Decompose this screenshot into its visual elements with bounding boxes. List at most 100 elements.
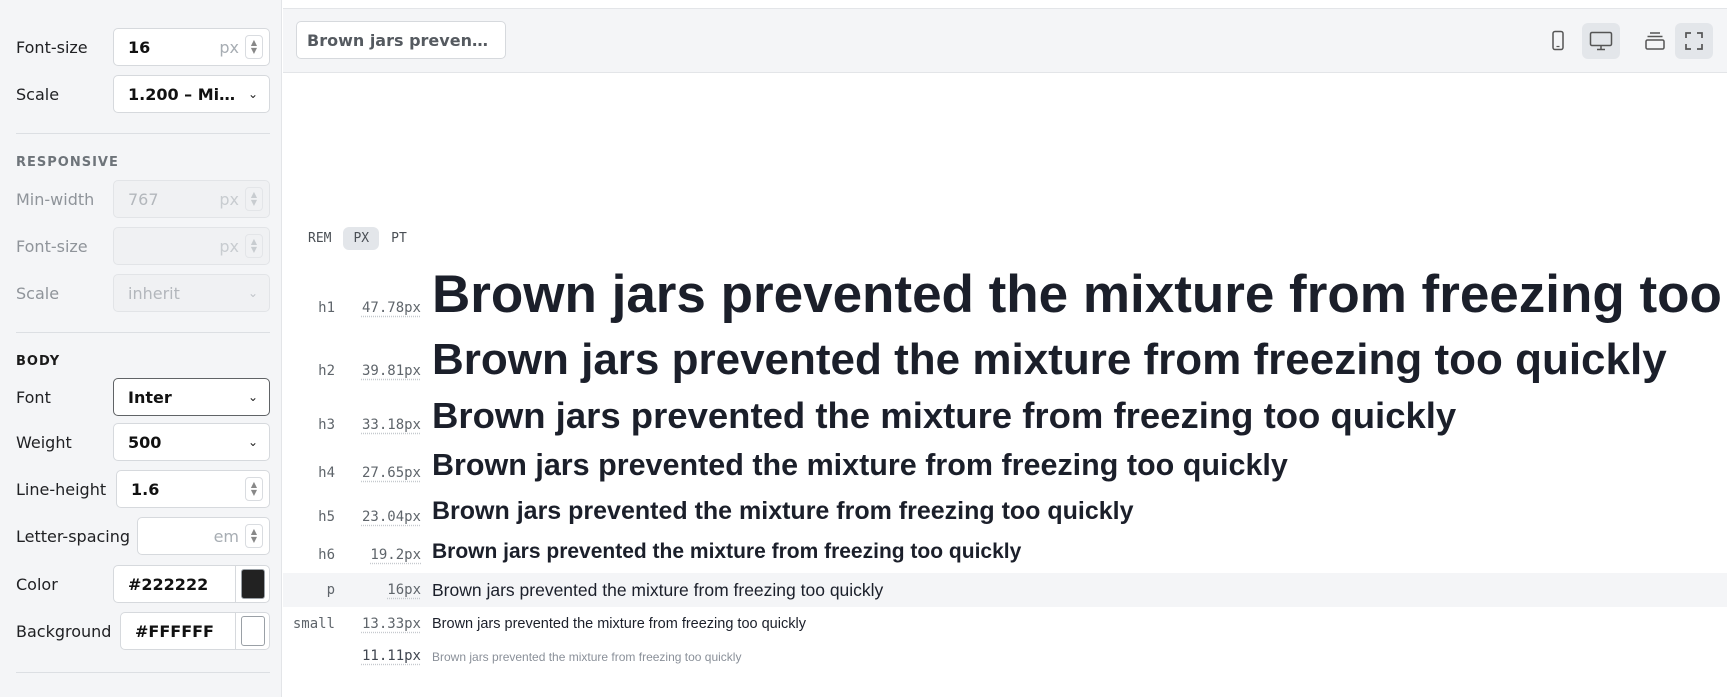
letterspacing-stepper-icon[interactable]: ▲ ▼	[245, 524, 263, 548]
responsive-scale-value[interactable]: inherit	[128, 284, 243, 303]
color-input[interactable]: #222222	[113, 565, 270, 603]
type-row-h2: h2 39.81px Brown jars prevented the mixt…	[283, 334, 1727, 386]
type-row-h4: h4 27.65px Brown jars prevented the mixt…	[283, 448, 1727, 488]
desktop-view-button[interactable]	[1582, 23, 1620, 59]
type-tag: h2	[318, 363, 335, 379]
type-row-xsmall: 11.11px Brown jars prevented the mixture…	[283, 646, 1727, 672]
background-label: Background	[16, 621, 112, 641]
sample-text-input[interactable]: Brown jars prevented the mixture from fr…	[296, 21, 506, 59]
sample-text-value[interactable]: Brown jars prevented the mixture from fr…	[307, 31, 495, 50]
fontsize-row: Font-size 16 px ▲ ▼	[16, 28, 270, 66]
responsive-fontsize-row: Font-size px ▲ ▼	[16, 227, 270, 265]
background-picker[interactable]	[235, 613, 269, 649]
chevron-down-icon: ⌄	[247, 435, 259, 449]
mobile-view-button[interactable]	[1539, 23, 1577, 59]
type-sample: Brown jars prevented the mixture from fr…	[432, 497, 1134, 525]
background-value[interactable]: #FFFFFF	[135, 622, 235, 641]
stack-view-button[interactable]	[1636, 23, 1674, 59]
responsive-scale-label: Scale	[16, 283, 60, 303]
lineheight-row: Line-height 1.6 ▲ ▼	[16, 470, 270, 508]
type-row-small: small 13.33px Brown jars prevented the m…	[283, 612, 1727, 640]
type-row-h6: h6 19.2px Brown jars prevented the mixtu…	[283, 539, 1727, 569]
scale-label: Scale	[16, 84, 60, 104]
divider	[16, 672, 270, 673]
letterspacing-row: Letter-spacing em ▲ ▼	[16, 517, 270, 555]
responsive-fontsize-unit: px	[219, 236, 239, 256]
type-size: 39.81px	[361, 363, 421, 379]
type-tag: p	[326, 582, 335, 598]
unit-pt-button[interactable]: PT	[381, 227, 417, 250]
weight-select[interactable]: 500 ⌄	[113, 423, 270, 461]
preview-area: Brown jars prevented the mixture from fr…	[283, 0, 1727, 697]
letterspacing-label: Letter-spacing	[16, 526, 131, 546]
type-tag: h3	[318, 417, 335, 433]
responsive-fontsize-input[interactable]: px ▲ ▼	[113, 227, 270, 265]
chevron-down-icon: ⌄	[247, 286, 259, 300]
fontsize-value[interactable]: 16	[128, 38, 219, 57]
minwidth-input[interactable]: 767 px ▲ ▼	[113, 180, 270, 218]
scale-select[interactable]: 1.200 – Minor T... ⌄	[113, 75, 270, 113]
responsive-fontsize-label: Font-size	[16, 236, 88, 256]
lineheight-value[interactable]: 1.6	[131, 480, 245, 499]
type-row-h5: h5 23.04px Brown jars prevented the mixt…	[283, 497, 1727, 531]
fontsize-input[interactable]: 16 px ▲ ▼	[113, 28, 270, 66]
lineheight-input[interactable]: 1.6 ▲ ▼	[116, 470, 270, 508]
fontsize-unit: px	[219, 37, 239, 57]
type-size: 19.2px	[370, 547, 421, 563]
color-label: Color	[16, 574, 58, 594]
weight-label: Weight	[16, 432, 72, 452]
lineheight-stepper-icon[interactable]: ▲ ▼	[245, 477, 263, 501]
font-label: Font	[16, 387, 51, 407]
type-size: 13.33px	[361, 616, 421, 632]
body-section-title: BODY	[16, 354, 61, 369]
unit-toggle: REM PX PT	[298, 227, 417, 250]
color-value[interactable]: #222222	[128, 575, 235, 594]
chevron-down-icon: ⌄	[247, 87, 259, 101]
type-row-h3: h3 33.18px Brown jars prevented the mixt…	[283, 395, 1727, 441]
type-size: 11.11px	[361, 648, 421, 664]
minwidth-row: Min-width 767 px ▲ ▼	[16, 180, 270, 218]
type-row-p: p 16px Brown jars prevented the mixture …	[283, 573, 1727, 607]
divider	[16, 332, 270, 333]
weight-row: Weight 500 ⌄	[16, 423, 270, 461]
type-sample: Brown jars prevented the mixture from fr…	[432, 265, 1727, 324]
fullscreen-button[interactable]	[1675, 23, 1713, 59]
background-input[interactable]: #FFFFFF	[120, 612, 270, 650]
type-sample: Brown jars prevented the mixture from fr…	[432, 335, 1667, 384]
type-tag: h6	[318, 547, 335, 563]
unit-rem-button[interactable]: REM	[298, 227, 341, 250]
unit-px-button[interactable]: PX	[343, 227, 380, 250]
responsive-scale-select[interactable]: inherit ⌄	[113, 274, 270, 312]
color-picker[interactable]	[235, 566, 269, 602]
fullscreen-icon	[1685, 32, 1703, 50]
letterspacing-input[interactable]: em ▲ ▼	[137, 517, 270, 555]
type-row-h1: h1 47.78px Brown jars prevented the mixt…	[283, 262, 1727, 326]
type-tag: small	[292, 616, 335, 632]
minwidth-unit: px	[219, 189, 239, 209]
mobile-icon	[1552, 30, 1564, 51]
font-value[interactable]: Inter	[128, 388, 243, 407]
font-select[interactable]: Inter ⌄	[113, 378, 270, 416]
weight-value[interactable]: 500	[128, 433, 243, 452]
font-row: Font Inter ⌄	[16, 378, 270, 416]
minwidth-stepper-icon[interactable]: ▲ ▼	[245, 187, 263, 211]
divider	[16, 133, 270, 134]
background-swatch[interactable]	[240, 616, 265, 646]
stack-icon	[1645, 32, 1665, 50]
letterspacing-unit: em	[213, 526, 239, 546]
type-tag: h4	[318, 465, 335, 481]
minwidth-value[interactable]: 767	[128, 190, 219, 209]
desktop-icon	[1589, 31, 1613, 51]
type-size: 47.78px	[361, 300, 421, 316]
type-sample: Brown jars prevented the mixture from fr…	[432, 616, 806, 632]
type-sample: Brown jars prevented the mixture from fr…	[432, 580, 884, 600]
color-row: Color #222222	[16, 565, 270, 603]
type-sample: Brown jars prevented the mixture from fr…	[432, 540, 1022, 563]
color-swatch[interactable]	[240, 569, 265, 599]
background-row: Background #FFFFFF	[16, 612, 270, 650]
scale-value[interactable]: 1.200 – Minor T...	[128, 85, 243, 104]
responsive-scale-row: Scale inherit ⌄	[16, 274, 270, 312]
fontsize-stepper-icon[interactable]: ▲ ▼	[245, 35, 263, 59]
responsive-fontsize-stepper-icon[interactable]: ▲ ▼	[245, 234, 263, 258]
settings-sidebar: Font-size 16 px ▲▼ Scale 1.200 – Minor T…	[0, 0, 282, 697]
